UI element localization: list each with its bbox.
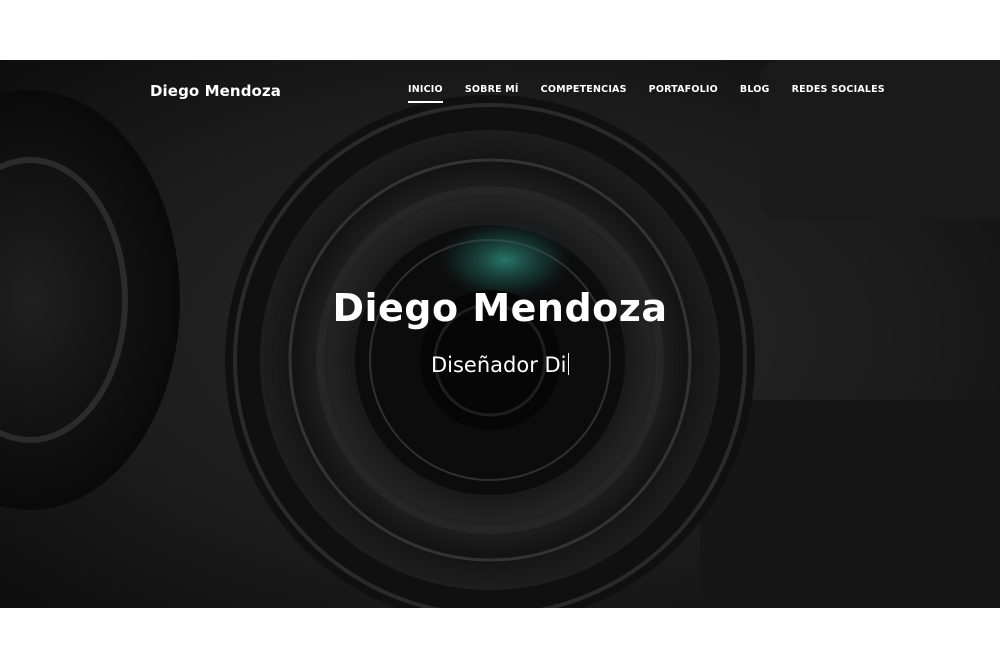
page-frame: Diego Mendoza INICIO SOBRE MÍ COMPETENCI… xyxy=(0,0,1000,666)
nav-item-sobre-mi[interactable]: SOBRE MÍ xyxy=(465,84,519,95)
camera-lens-background xyxy=(0,60,1000,608)
typing-caret xyxy=(567,353,570,375)
hero-subtitle: Diseñador Di xyxy=(0,353,1000,377)
nav-item-portafolio[interactable]: PORTAFOLIO xyxy=(649,84,718,95)
typed-text: Diseñador Di xyxy=(430,353,567,377)
hero-title: Diego Mendoza xyxy=(332,286,668,330)
top-navbar: Diego Mendoza INICIO SOBRE MÍ COMPETENCI… xyxy=(0,60,1000,122)
nav-item-blog[interactable]: BLOG xyxy=(740,84,770,95)
brand-logo[interactable]: Diego Mendoza xyxy=(150,82,281,100)
nav-item-redes-sociales[interactable]: REDES SOCIALES xyxy=(792,84,885,95)
hero-section: Diego Mendoza INICIO SOBRE MÍ COMPETENCI… xyxy=(0,60,1000,608)
main-menu: INICIO SOBRE MÍ COMPETENCIAS PORTAFOLIO … xyxy=(408,84,885,103)
nav-item-competencias[interactable]: COMPETENCIAS xyxy=(541,84,627,95)
nav-item-inicio[interactable]: INICIO xyxy=(408,84,443,103)
